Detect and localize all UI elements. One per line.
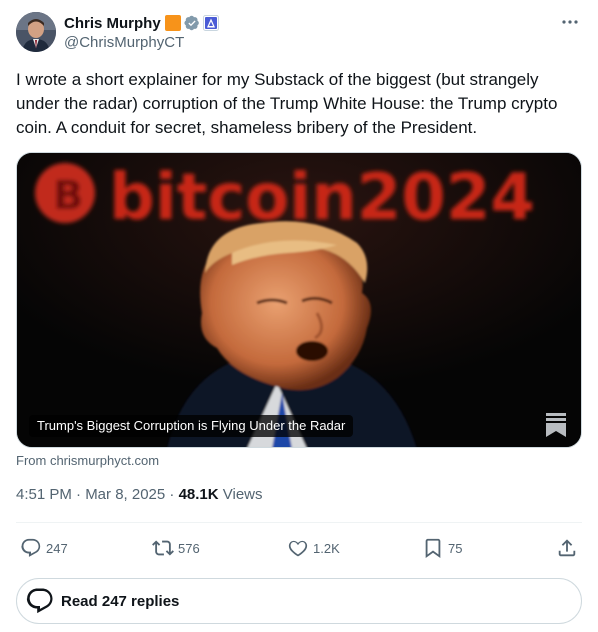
tweet-timestamp[interactable]: 4:51 PM · Mar 8, 2025 · <box>16 486 179 503</box>
reply-button[interactable]: 247 <box>20 532 68 564</box>
verified-badge-icon[interactable] <box>184 15 200 31</box>
author-display-name[interactable]: Chris Murphy <box>64 15 161 32</box>
card-image: B bitcoin2024 <box>17 153 581 447</box>
reply-icon <box>21 538 41 557</box>
read-replies-button[interactable]: Read 247 replies <box>16 578 582 624</box>
repost-icon <box>152 540 174 556</box>
read-replies-label: Read 247 replies <box>61 592 180 610</box>
link-card[interactable]: B bitcoin2024 Trump's Biggest Corruption… <box>16 152 582 448</box>
views-count: 48.1K <box>178 486 219 503</box>
orange-square-icon <box>164 15 181 31</box>
card-source[interactable]: From chrismurphyct.com <box>16 453 159 468</box>
bookmark-overlay-icon <box>546 413 566 437</box>
reply-count: 247 <box>46 540 68 556</box>
repost-button[interactable]: 576 <box>152 532 200 564</box>
bookmark-button[interactable]: 75 <box>422 532 462 564</box>
views-label: Views <box>218 486 263 503</box>
svg-text:B: B <box>53 173 84 219</box>
tweet-meta: 4:51 PM · Mar 8, 2025 · 48.1K Views <box>16 486 263 503</box>
share-icon <box>558 539 576 557</box>
like-count: 1.2K <box>313 540 340 556</box>
tweet-text: I wrote a short explainer for my Substac… <box>16 70 558 137</box>
tweet-header: Chris Murphy @ChrisMurphyCT <box>16 12 582 52</box>
bookmark-icon <box>425 538 441 559</box>
divider <box>16 522 582 523</box>
conversation-icon <box>26 588 53 614</box>
government-flag-icon <box>202 15 219 31</box>
repost-count: 576 <box>178 540 200 556</box>
heart-icon <box>288 540 308 557</box>
card-image-text: bitcoin2024 <box>109 161 535 235</box>
bookmark-count: 75 <box>448 540 463 556</box>
author-name-row: Chris Murphy <box>64 13 219 33</box>
card-title[interactable]: Trump's Biggest Corruption is Flying Und… <box>29 415 354 437</box>
action-bar: 247 576 1.2K 75 <box>16 532 582 564</box>
author-avatar[interactable] <box>16 12 56 52</box>
more-options-icon[interactable] <box>560 12 580 32</box>
like-button[interactable]: 1.2K <box>287 532 340 564</box>
share-button[interactable] <box>556 532 582 564</box>
author-handle[interactable]: @ChrisMurphyCT <box>64 34 184 51</box>
